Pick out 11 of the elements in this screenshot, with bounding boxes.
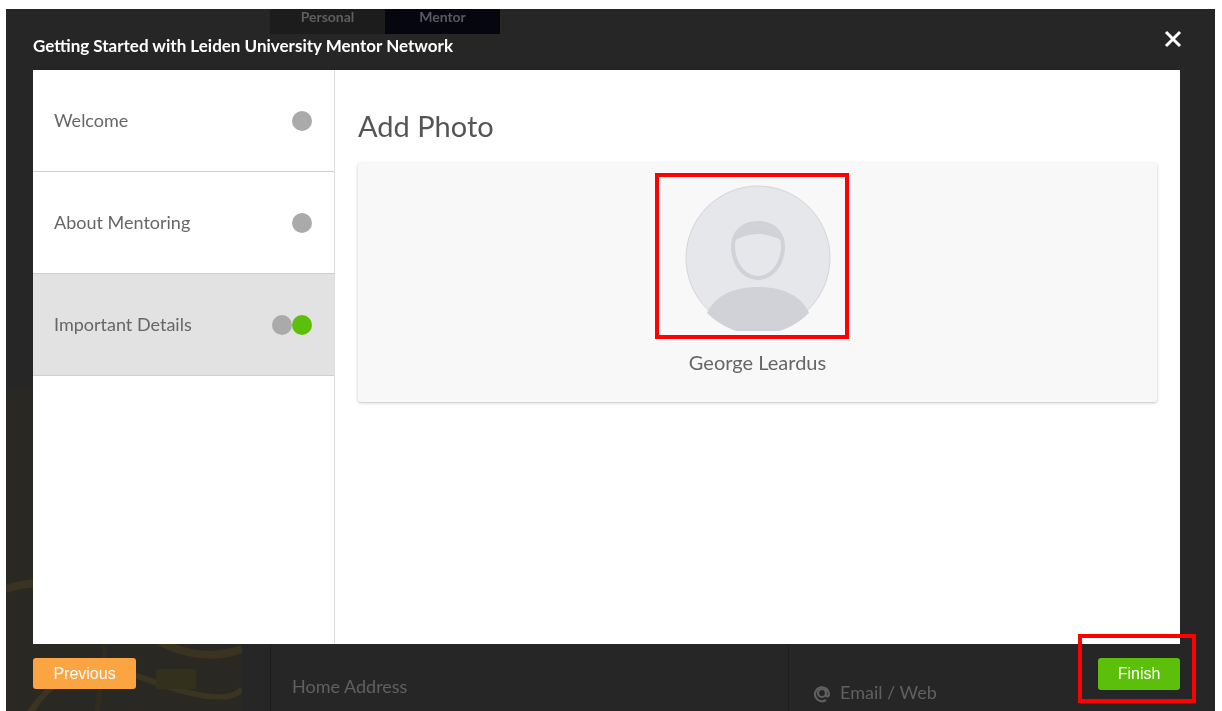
close-icon[interactable] <box>1164 30 1182 48</box>
finish-button[interactable]: Finish <box>1098 658 1180 690</box>
background-tab[interactable]: Personal <box>270 9 385 34</box>
section-label: Home Address <box>292 674 408 699</box>
profile-name: George Leardus <box>688 349 827 376</box>
step-item[interactable]: Important Details <box>33 274 334 376</box>
dialog-title: Getting Started with Leiden University Mentor Network <box>33 34 454 58</box>
previous-button[interactable]: Previous <box>33 658 136 689</box>
background-tab[interactable]: Mentor <box>385 9 500 34</box>
section-heading: Add Photo <box>358 107 495 145</box>
section-label: Email / Web <box>840 680 937 705</box>
